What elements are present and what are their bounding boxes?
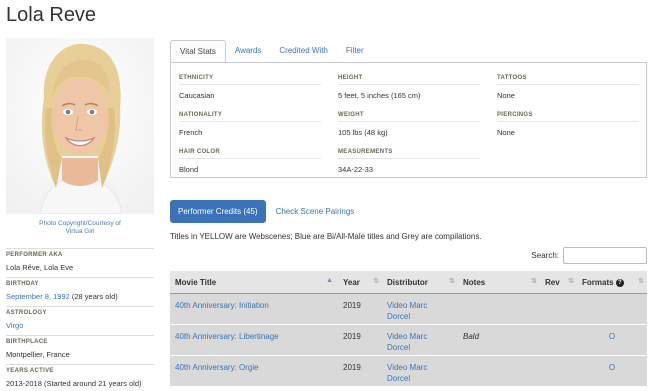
distributor-line-1: Video Marc xyxy=(387,363,428,372)
performer-photo xyxy=(6,38,154,214)
piercings-label: PIERCINGS xyxy=(497,112,639,122)
column-formats[interactable]: Formats ? ⇅ xyxy=(577,271,647,293)
credits-tabs: Performer Credits (45) Check Scene Pairi… xyxy=(170,200,354,223)
performer-credits-button[interactable]: Performer Credits (45) xyxy=(170,200,266,223)
table-search: Search: xyxy=(531,247,647,264)
column-year-label: Year xyxy=(343,278,360,287)
column-movie-title-label: Movie Title xyxy=(175,278,217,287)
distributor-link[interactable]: Video Marc Dorcel xyxy=(387,332,427,352)
aka-value: Lola Rêve, Lola Eve xyxy=(6,263,74,272)
credits-table: Movie Title ▲ Year ⇅ Distributor ⇅ Notes… xyxy=(170,271,647,387)
distributor-line-2: Dorcel xyxy=(387,312,411,321)
table-row: 40th Anniversary: Initiation 2019 Video … xyxy=(170,294,647,325)
astrology-link[interactable]: Virgo xyxy=(6,321,23,330)
birthday-value: September 8, 1992 (28 years old) xyxy=(6,289,154,306)
distributor-link[interactable]: Video Marc Dorcel xyxy=(387,301,427,321)
weight-label: WEIGHT xyxy=(338,112,480,122)
hair-color-label: HAIR COLOR xyxy=(179,149,321,159)
stats-column-1: ETHNICITY Caucasian NATIONALITY French H… xyxy=(179,75,321,186)
measurements-label: MEASUREMENTS xyxy=(338,149,480,159)
column-distributor-label: Distributor xyxy=(387,278,428,287)
table-row: 40th Anniversary: Orgie 2019 Video Marc D… xyxy=(170,356,647,387)
distributor-line-2: Dorcel xyxy=(387,343,411,352)
column-rev[interactable]: Rev ⇅ xyxy=(540,271,577,293)
distributor-line-2: Dorcel xyxy=(387,374,411,383)
distributor-line-1: Video Marc xyxy=(387,332,428,341)
distributor-line-1: Video Marc xyxy=(387,301,428,310)
piercings-value: None xyxy=(497,128,515,137)
performer-info: PERFORMER AKA Lola Rêve, Lola Eve BIRTHD… xyxy=(6,248,154,391)
sort-icon: ⇅ xyxy=(638,278,644,285)
measurements-value: 34A-22-33 xyxy=(338,165,374,174)
astrology-value: Virgo xyxy=(6,318,154,335)
photo-credit: Photo Copyright/Courtesy of Virtua Girl xyxy=(6,220,154,236)
search-label: Search: xyxy=(531,251,559,260)
birthplace-label: BIRTHPLACE xyxy=(6,335,154,347)
tab-vital-stats[interactable]: Vital Stats xyxy=(170,40,226,63)
movie-title-link[interactable]: 40th Anniversary: Libertinage xyxy=(175,332,279,341)
photo-credit-text: Photo Copyright/Courtesy of Virtua Girl xyxy=(39,220,121,235)
sort-icon: ⇅ xyxy=(568,278,574,285)
column-rev-label: Rev xyxy=(545,278,560,287)
tab-awards[interactable]: Awards xyxy=(226,40,271,63)
table-row: 40th Anniversary: Libertinage 2019 Video… xyxy=(170,325,647,356)
performer-sidebar: Photo Copyright/Courtesy of Virtua Girl … xyxy=(6,38,154,391)
years-active-label: YEARS ACTIVE xyxy=(6,364,154,376)
rev-cell xyxy=(540,294,577,324)
column-formats-label: Formats xyxy=(582,278,614,287)
ethnicity-label: ETHNICITY xyxy=(179,75,321,85)
notes-cell xyxy=(458,294,540,324)
color-legend-note: Titles in YELLOW are Webscenes; Blue are… xyxy=(170,232,482,241)
column-distributor[interactable]: Distributor ⇅ xyxy=(382,271,458,293)
year-cell: 2019 xyxy=(343,301,361,310)
tab-filter[interactable]: Filter xyxy=(337,40,373,63)
format-link[interactable]: O xyxy=(609,363,615,372)
help-icon[interactable]: ? xyxy=(615,278,624,287)
page-title: Lola Reve xyxy=(6,4,97,26)
stats-column-2: HEIGHT 5 feet, 5 inches (165 cm) WEIGHT … xyxy=(338,75,480,186)
years-active-value: 2013-2018 (Started around 21 years old) xyxy=(6,379,142,388)
height-label: HEIGHT xyxy=(338,75,480,85)
sort-ascending-icon: ▲ xyxy=(326,277,333,284)
birthday-label: BIRTHDAY xyxy=(6,277,154,289)
search-input[interactable] xyxy=(563,247,647,264)
age-text: (28 years old) xyxy=(69,292,118,301)
format-link[interactable]: O xyxy=(609,332,615,341)
rev-cell xyxy=(540,325,577,355)
ethnicity-value: Caucasian xyxy=(179,91,215,100)
column-notes-label: Notes xyxy=(463,278,486,287)
tab-credited-with[interactable]: Credited With xyxy=(270,40,336,63)
sort-icon: ⇅ xyxy=(449,278,455,285)
rev-cell xyxy=(540,356,577,386)
movie-title-link[interactable]: 40th Anniversary: Orgie xyxy=(175,363,259,372)
nationality-value: French xyxy=(179,128,203,137)
column-year[interactable]: Year ⇅ xyxy=(338,271,382,293)
tattoos-value: None xyxy=(497,91,515,100)
height-value: 5 feet, 5 inches (165 cm) xyxy=(338,91,421,100)
tattoos-label: TATTOOS xyxy=(497,75,639,85)
notes-cell xyxy=(458,356,540,386)
stats-tabs: Vital Stats Awards Credited With Filter xyxy=(170,40,373,63)
aka-label: PERFORMER AKA xyxy=(6,248,154,260)
year-cell: 2019 xyxy=(343,363,361,372)
year-cell: 2019 xyxy=(343,332,361,341)
birthplace-value: Montpellier, France xyxy=(6,350,70,359)
notes-cell: Bald xyxy=(463,332,480,341)
astrology-label: ASTROLOGY xyxy=(6,306,154,318)
stats-column-3: TATTOOS None PIERCINGS None xyxy=(497,75,639,149)
column-movie-title[interactable]: Movie Title ▲ xyxy=(170,271,338,293)
weight-value: 105 lbs (48 kg) xyxy=(338,128,388,137)
vital-stats-panel: ETHNICITY Caucasian NATIONALITY French H… xyxy=(170,62,647,178)
movie-title-link[interactable]: 40th Anniversary: Initiation xyxy=(175,301,269,310)
birthday-link[interactable]: September 8, 1992 xyxy=(6,292,70,301)
sort-icon: ⇅ xyxy=(531,278,537,285)
table-header: Movie Title ▲ Year ⇅ Distributor ⇅ Notes… xyxy=(170,271,647,294)
check-scene-pairings-tab[interactable]: Check Scene Pairings xyxy=(276,207,355,216)
hair-color-value: Blond xyxy=(179,165,199,174)
column-notes[interactable]: Notes ⇅ xyxy=(458,271,540,293)
sort-icon: ⇅ xyxy=(373,278,379,285)
nationality-label: NATIONALITY xyxy=(179,112,321,122)
distributor-link[interactable]: Video Marc Dorcel xyxy=(387,363,427,383)
